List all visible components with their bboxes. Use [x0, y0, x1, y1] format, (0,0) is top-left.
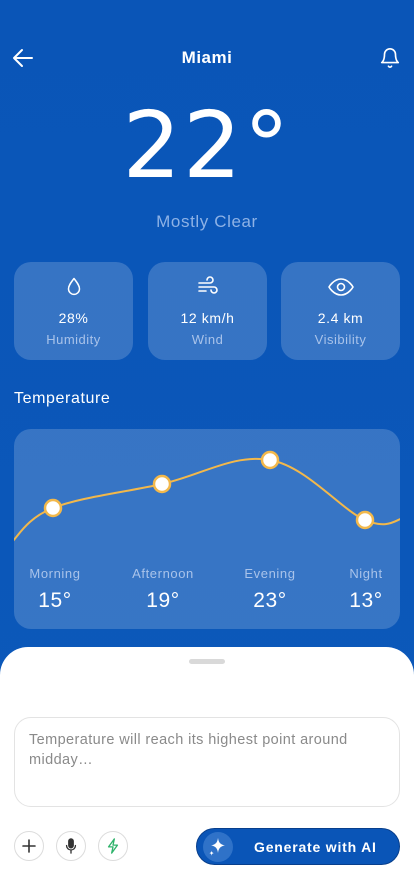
eye-icon: [327, 278, 354, 296]
visibility-card[interactable]: 2.4 km Visibility: [281, 262, 400, 360]
period-label-afternoon: Afternoon: [132, 566, 194, 581]
period-label-evening: Evening: [244, 566, 296, 581]
stats-row: 28% Humidity 12 km/h Wind 2.4 km Visibil…: [14, 262, 400, 360]
humidity-value: 28%: [58, 310, 89, 326]
temperature-point-evening[interactable]: [260, 450, 280, 470]
period-temp-morning: 15°: [38, 589, 72, 612]
bell-icon: [380, 48, 400, 68]
microphone-icon: [65, 838, 77, 854]
temperature-chart-card: Morning 15° Afternoon 19° Evening 23° Ni…: [14, 429, 400, 629]
humidity-card[interactable]: 28% Humidity: [14, 262, 133, 360]
temperature-section-title: Temperature: [14, 390, 111, 407]
header: Miami: [0, 36, 414, 80]
period-temp-afternoon: 19°: [146, 589, 180, 612]
sparkle-icon: [209, 837, 225, 856]
weather-screen: Miami 22° Mostly Clear 28% Humidity 12 k…: [0, 0, 414, 896]
wind-label: Wind: [191, 332, 224, 347]
weather-condition: Mostly Clear: [156, 212, 258, 231]
generate-with-ai-button[interactable]: Generate with AI: [196, 828, 400, 865]
visibility-value: 2.4 km: [317, 310, 364, 326]
ai-bottom-sheet: Temperature will reach its highest point…: [0, 647, 414, 896]
temperature-point-night[interactable]: [355, 510, 375, 530]
voice-button[interactable]: [56, 831, 86, 861]
temperature-point-morning[interactable]: [43, 498, 63, 518]
current-temperature: 22°: [122, 92, 292, 199]
period-label-night: Night: [349, 566, 383, 581]
quick-action-button[interactable]: [98, 831, 128, 861]
sheet-drag-handle[interactable]: [189, 659, 225, 664]
temperature-point-afternoon[interactable]: [152, 474, 172, 494]
sparkle-icon-wrap: [203, 832, 233, 862]
visibility-label: Visibility: [314, 332, 367, 347]
notifications-button[interactable]: [377, 45, 403, 71]
lightning-icon: [107, 838, 119, 854]
city-name: Miami: [181, 48, 233, 67]
prompt-input[interactable]: Temperature will reach its highest point…: [14, 717, 400, 807]
generate-label: Generate with AI: [254, 839, 377, 855]
temperature-line: [14, 457, 400, 542]
period-temp-night: 13°: [349, 589, 383, 612]
wind-value: 12 km/h: [180, 310, 235, 326]
plus-icon: [22, 839, 36, 853]
period-label-morning: Morning: [29, 566, 81, 581]
wind-card[interactable]: 12 km/h Wind: [148, 262, 267, 360]
wind-icon: [197, 276, 218, 294]
humidity-label: Humidity: [46, 332, 101, 347]
add-button[interactable]: [14, 831, 44, 861]
droplet-icon: [67, 277, 80, 295]
period-temp-evening: 23°: [253, 589, 287, 612]
